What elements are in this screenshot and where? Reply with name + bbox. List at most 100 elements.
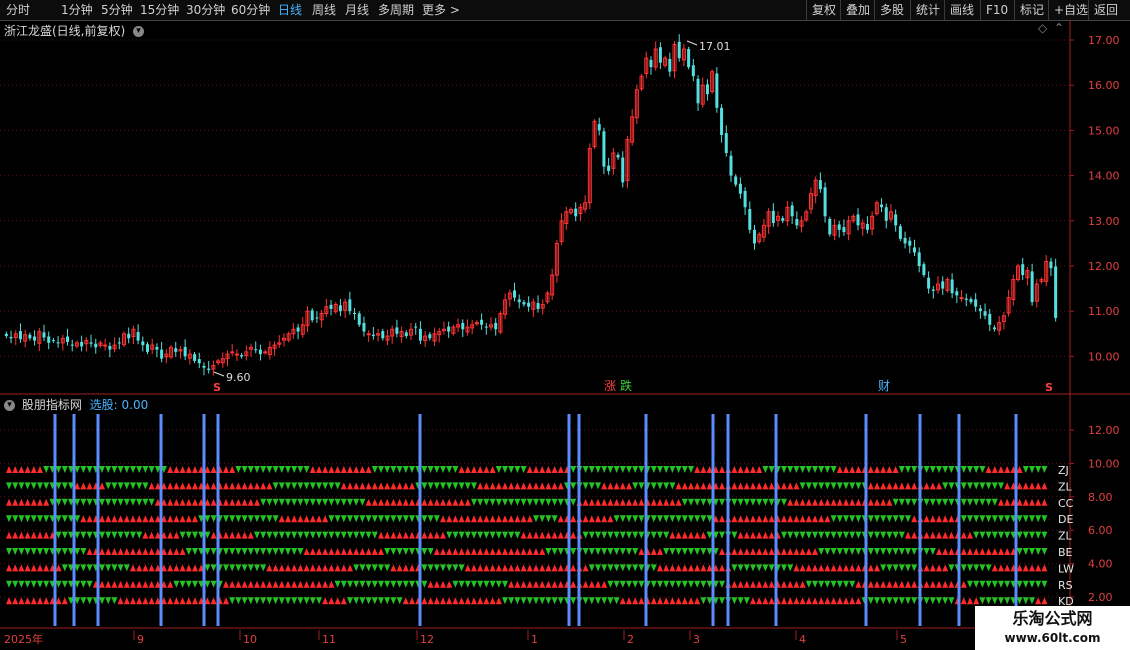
up-arrow <box>452 548 459 555</box>
down-arrow <box>657 466 663 473</box>
down-arrow <box>830 466 837 473</box>
up-arrow <box>173 466 180 473</box>
up-arrow <box>812 548 818 555</box>
down-arrow <box>613 597 620 605</box>
candle-body <box>522 302 526 305</box>
down-arrow <box>613 548 620 555</box>
up-arrow <box>942 564 949 572</box>
down-arrow <box>1041 515 1048 523</box>
up-arrow <box>254 498 260 506</box>
up-arrow <box>105 580 112 588</box>
price-tick-label: 14.00 <box>1088 170 1120 183</box>
down-arrow <box>973 515 980 523</box>
up-arrow <box>309 580 316 588</box>
up-arrow <box>669 498 676 506</box>
down-arrow <box>613 580 620 588</box>
down-arrow <box>18 515 25 523</box>
up-arrow <box>371 498 378 506</box>
down-arrow <box>973 482 980 490</box>
chart-canvas[interactable]: 17.0016.0015.0014.0013.0012.0011.0010.00… <box>0 0 1130 650</box>
up-arrow <box>173 564 180 572</box>
down-arrow <box>520 597 527 605</box>
candle-body <box>234 353 239 356</box>
up-arrow <box>824 597 831 605</box>
up-arrow <box>973 597 980 605</box>
up-arrow <box>12 531 19 539</box>
up-arrow <box>1041 498 1048 506</box>
up-arrow <box>24 531 31 539</box>
down-arrow <box>626 531 632 539</box>
up-arrow <box>123 597 130 605</box>
down-arrow <box>365 597 372 605</box>
up-arrow <box>409 531 415 539</box>
down-arrow <box>235 548 242 555</box>
up-arrow <box>223 580 229 588</box>
down-arrow <box>849 531 856 539</box>
up-arrow <box>1041 597 1048 605</box>
down-arrow <box>719 597 725 605</box>
up-arrow <box>471 564 477 572</box>
down-arrow <box>24 548 31 555</box>
down-arrow <box>347 531 353 539</box>
down-arrow <box>985 531 992 539</box>
up-arrow <box>719 548 725 555</box>
up-arrow <box>508 564 515 572</box>
down-arrow <box>477 580 484 588</box>
up-arrow <box>1041 482 1048 490</box>
up-arrow <box>495 597 502 605</box>
down-arrow <box>266 498 273 506</box>
up-arrow <box>799 564 806 572</box>
down-arrow <box>223 564 229 572</box>
candle-body <box>513 290 517 298</box>
up-arrow <box>867 580 874 588</box>
up-arrow <box>737 515 744 523</box>
down-arrow <box>130 466 136 473</box>
up-arrow <box>793 482 800 490</box>
down-arrow <box>396 466 403 473</box>
down-arrow <box>179 580 186 588</box>
up-arrow <box>719 564 725 572</box>
up-arrow <box>347 482 353 490</box>
down-arrow <box>86 580 93 588</box>
down-arrow <box>595 597 601 605</box>
up-arrow <box>192 597 198 605</box>
up-arrow <box>210 531 217 539</box>
up-arrow <box>173 597 180 605</box>
up-arrow <box>12 597 19 605</box>
up-arrow <box>1022 498 1029 506</box>
down-arrow <box>719 580 725 588</box>
down-arrow <box>675 466 682 473</box>
up-arrow <box>520 531 527 539</box>
down-arrow <box>427 515 434 523</box>
candle-body <box>395 327 399 334</box>
down-arrow <box>384 580 391 588</box>
high-price-label: 17.01 <box>699 40 731 53</box>
candle-body <box>884 207 888 221</box>
candle-body <box>677 41 681 59</box>
up-arrow <box>142 580 149 588</box>
down-arrow <box>799 531 806 539</box>
candle-body <box>28 334 32 339</box>
candle-body <box>353 313 357 315</box>
up-arrow <box>185 564 192 572</box>
candle-body <box>715 73 719 108</box>
up-arrow <box>1035 597 1042 605</box>
up-arrow <box>898 482 905 490</box>
down-arrow <box>619 531 626 539</box>
down-arrow <box>948 564 955 572</box>
down-arrow <box>619 580 626 588</box>
watermark-url: www.60lt.com <box>1004 631 1101 645</box>
up-arrow <box>409 564 415 572</box>
up-arrow <box>384 482 391 490</box>
up-arrow <box>551 531 558 539</box>
up-arrow <box>663 498 670 506</box>
up-arrow <box>111 548 118 555</box>
up-arrow <box>520 548 527 555</box>
down-arrow <box>843 531 849 539</box>
down-arrow <box>1029 515 1035 523</box>
up-arrow <box>533 548 539 555</box>
down-arrow <box>278 548 285 555</box>
up-arrow <box>539 564 546 572</box>
down-arrow <box>830 548 837 555</box>
down-arrow <box>514 466 521 473</box>
